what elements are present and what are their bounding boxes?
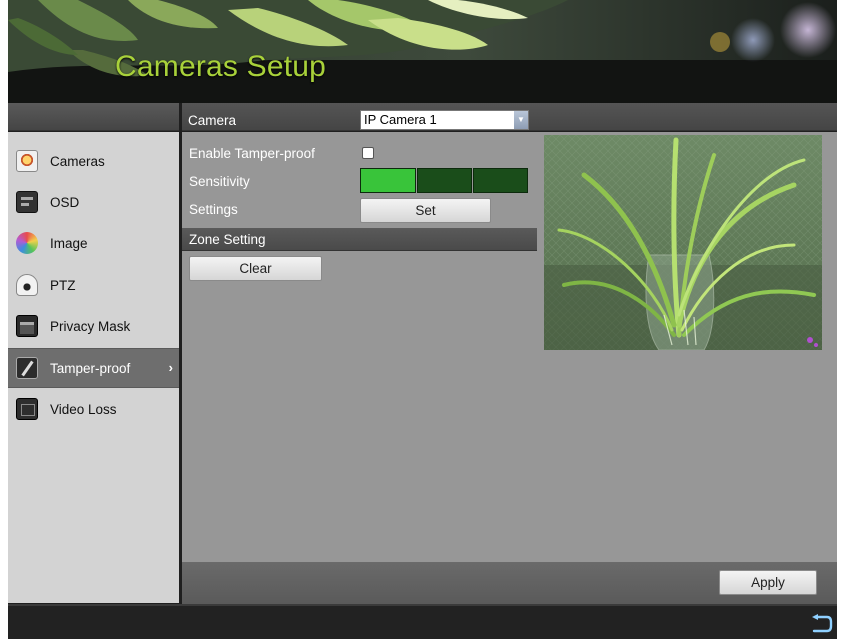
sidebar-item-label: PTZ — [50, 277, 76, 293]
ptz-dome-icon — [16, 274, 38, 296]
sidebar-item-label: Image — [50, 235, 88, 251]
privacy-mask-icon — [16, 315, 38, 337]
sidebar-item-privacy-mask[interactable]: Privacy Mask — [8, 306, 179, 346]
back-arrow-icon[interactable] — [809, 614, 833, 634]
sidebar-item-video-loss[interactable]: Video Loss — [8, 389, 179, 429]
chevron-right-icon: › — [168, 360, 173, 375]
sidebar-item-label: Video Loss — [50, 401, 117, 417]
sidebar-item-label: OSD — [50, 194, 80, 210]
osd-icon — [16, 191, 38, 213]
clear-button[interactable]: Clear — [189, 256, 322, 281]
set-button[interactable]: Set — [360, 198, 491, 223]
sidebar-item-image[interactable]: Image — [8, 223, 179, 263]
sidebar-item-label: Privacy Mask — [50, 318, 131, 334]
sidebar-item-osd[interactable]: OSD — [8, 182, 179, 222]
tamper-proof-icon — [16, 357, 38, 379]
sidebar-header-bar — [8, 103, 179, 131]
sidebar-item-label: Cameras — [50, 153, 105, 169]
header-banner: Cameras Setup — [8, 0, 837, 103]
sensitivity-segment[interactable] — [473, 168, 528, 193]
apply-button[interactable]: Apply — [719, 570, 817, 595]
sidebar: Cameras OSD Image PTZ Privacy Mask Tampe… — [8, 132, 179, 603]
camera-icon — [16, 150, 38, 172]
sidebar-item-label: Tamper-proof — [50, 360, 131, 376]
dropdown-arrow-icon[interactable]: ▼ — [514, 111, 528, 129]
page-title: Cameras Setup — [115, 50, 327, 83]
camera-select-value: IP Camera 1 — [364, 112, 437, 127]
window-frame: Cameras Setup Cameras OSD Image PTZ Priv… — [8, 0, 837, 639]
camera-preview-zone-canvas[interactable] — [544, 135, 822, 350]
camera-label: Camera — [188, 113, 237, 128]
sidebar-item-tamper-proof[interactable]: Tamper-proof › — [8, 348, 179, 388]
enable-tamper-proof-checkbox[interactable] — [362, 147, 374, 159]
sensitivity-label: Sensitivity — [189, 174, 250, 189]
camera-select[interactable]: IP Camera 1 ▼ — [360, 110, 529, 130]
plant-preview-image — [544, 135, 822, 350]
image-color-icon — [16, 232, 38, 254]
zone-setting-label: Zone Setting — [189, 232, 266, 247]
sidebar-item-ptz[interactable]: PTZ — [8, 265, 179, 305]
enable-tamper-proof-label: Enable Tamper-proof — [189, 146, 315, 161]
settings-label: Settings — [189, 202, 238, 217]
sensitivity-segment[interactable] — [417, 168, 472, 193]
sensitivity-segment[interactable] — [360, 168, 416, 193]
footer-bar — [8, 604, 837, 639]
sidebar-item-cameras[interactable]: Cameras — [8, 141, 179, 181]
video-loss-icon — [16, 398, 38, 420]
